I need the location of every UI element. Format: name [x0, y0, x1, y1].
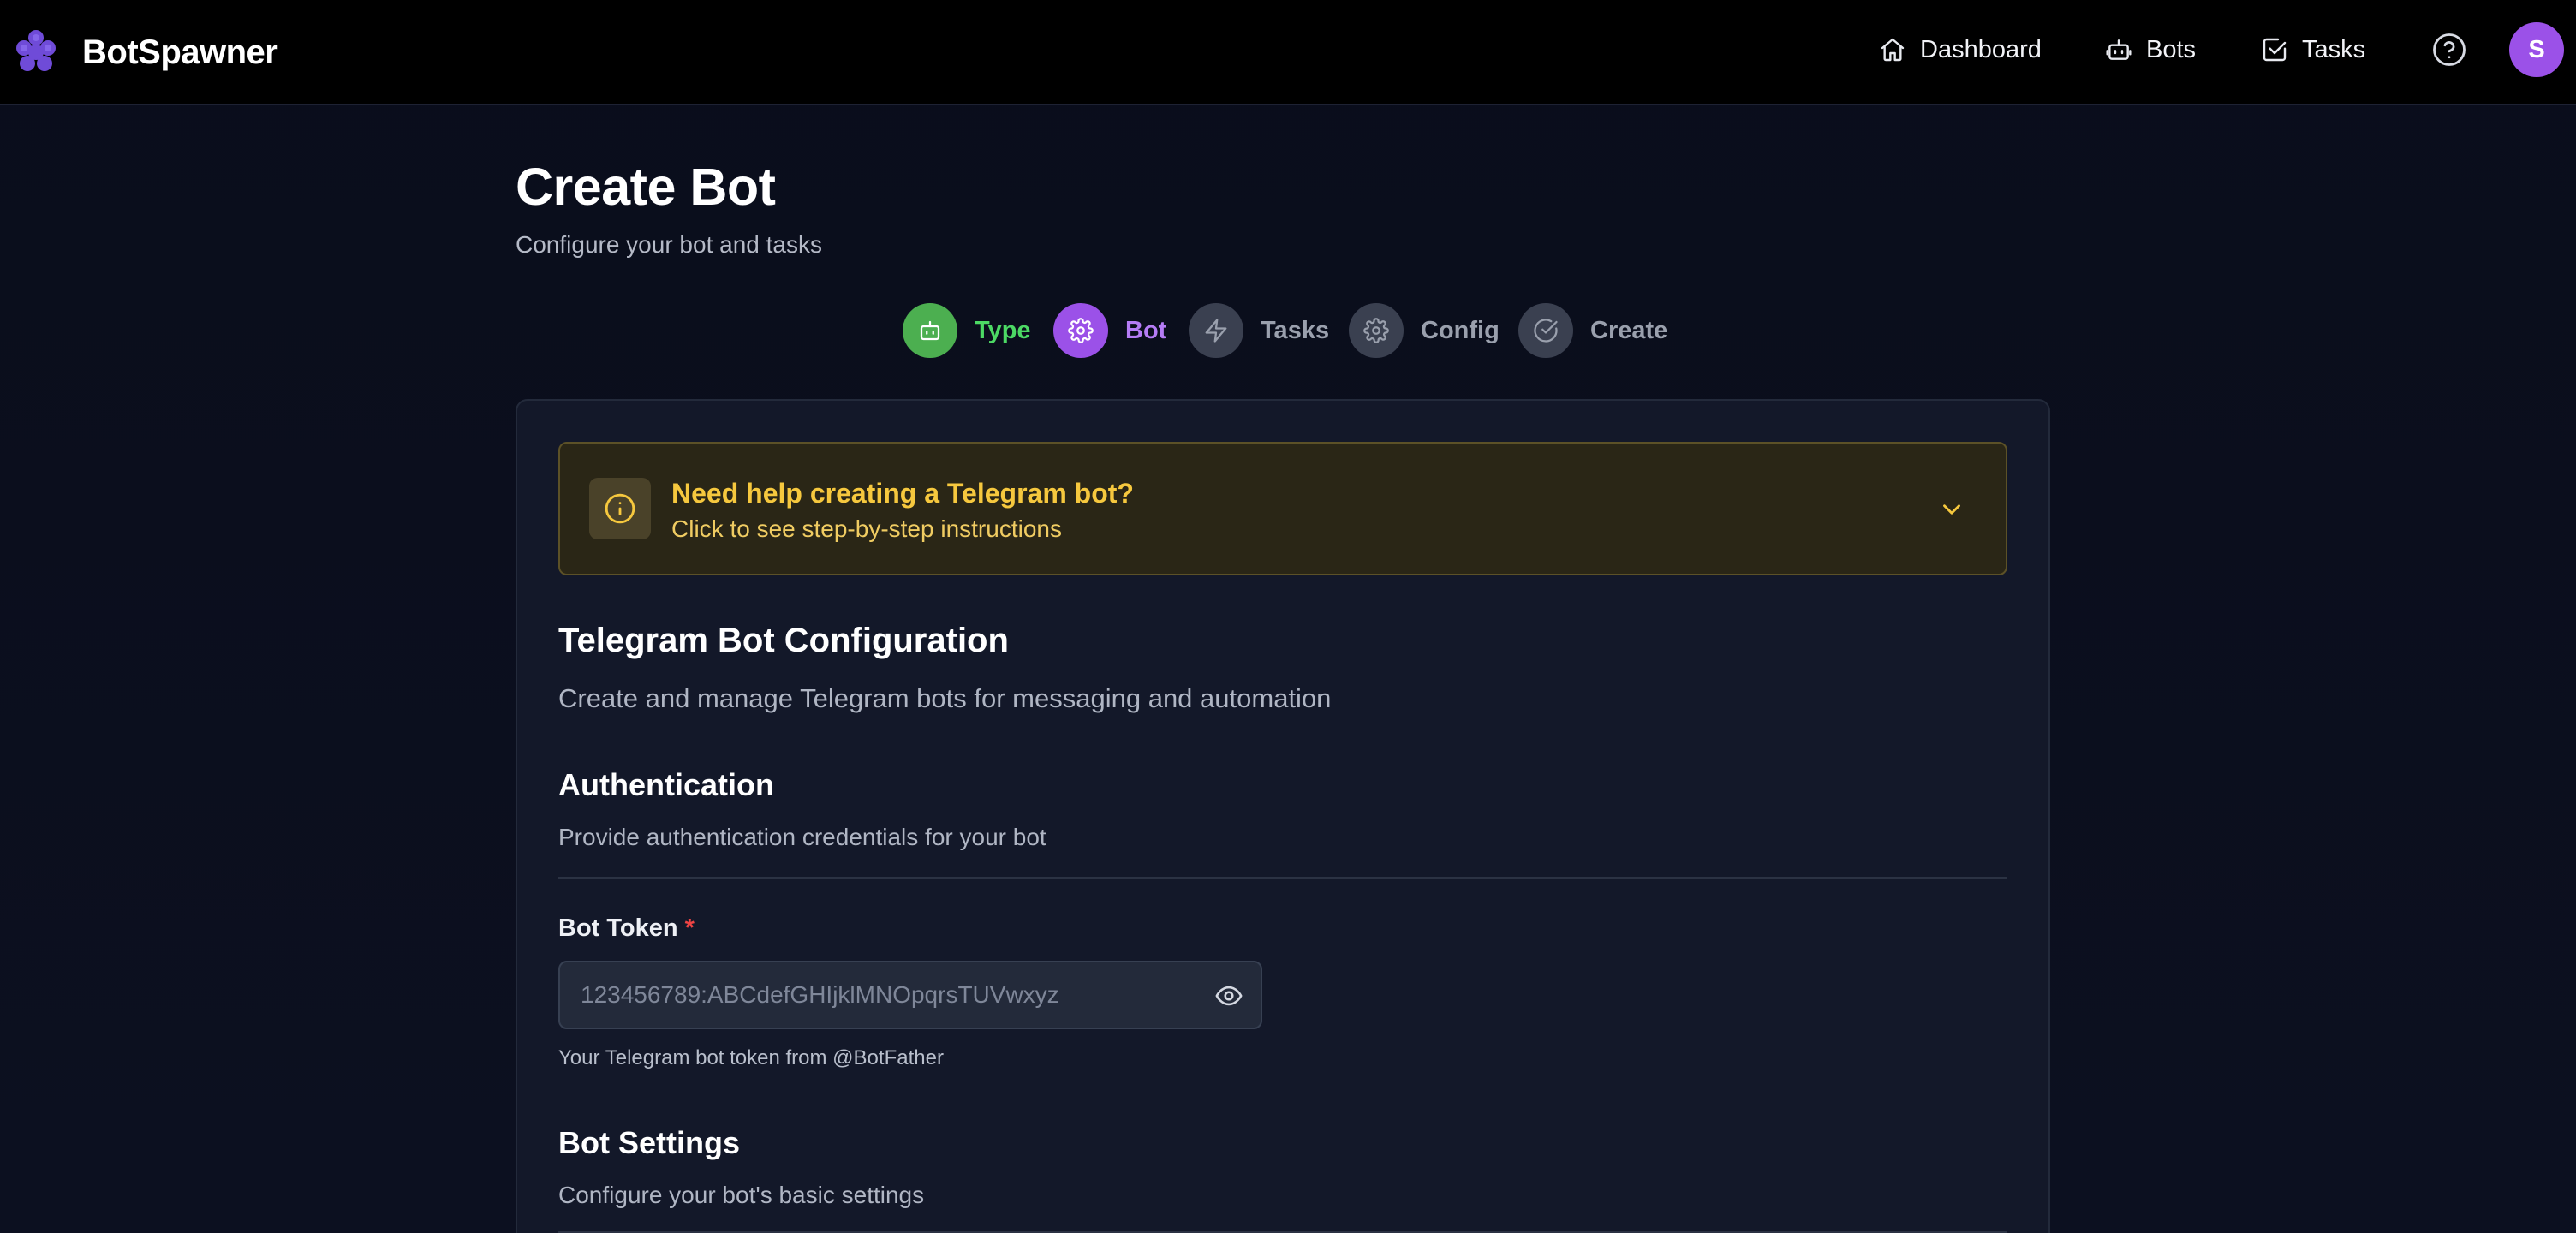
step-tasks-label: Tasks — [1261, 316, 1330, 344]
step-create-badge — [1518, 303, 1573, 358]
step-create[interactable]: Create — [1518, 303, 1667, 358]
brand-logo-icon — [16, 30, 56, 71]
bot-token-help: Your Telegram bot token from @BotFather — [558, 1046, 944, 1069]
home-icon — [1881, 38, 1905, 62]
help-banner-subtitle: Click to see step-by-step instructions — [671, 515, 1062, 542]
top-navbar: BotSpawner Dashboard Bots Tasks S — [0, 0, 2576, 105]
step-type-badge — [903, 303, 957, 358]
nav-tasks-label: Tasks — [2302, 35, 2366, 63]
nav-dashboard-label: Dashboard — [1920, 35, 2042, 63]
authentication-title: Authentication — [558, 767, 774, 802]
step-tasks[interactable]: Tasks — [1189, 303, 1329, 358]
bot-token-field — [558, 961, 1262, 1029]
help-banner-title: Need help creating a Telegram bot? — [671, 478, 1134, 509]
step-config-badge — [1349, 303, 1404, 358]
lightning-icon — [1205, 319, 1227, 342]
check-circle-icon — [1534, 319, 1558, 342]
bot-icon — [2106, 39, 2132, 60]
nav-bots-label: Bots — [2146, 35, 2197, 63]
bot-config-card: Need help creating a Telegram bot? Click… — [516, 399, 2050, 1233]
app-root: BotSpawner Dashboard Bots Tasks S Create… — [0, 0, 2576, 1233]
brand[interactable]: BotSpawner — [15, 26, 278, 79]
chevron-down-icon[interactable] — [1937, 495, 1966, 524]
step-tasks-badge — [1189, 303, 1243, 358]
info-icon — [605, 493, 635, 524]
step-bot-label: Bot — [1125, 316, 1167, 344]
nav-dashboard[interactable]: Dashboard — [1879, 29, 2042, 70]
bot-token-input[interactable] — [560, 962, 1194, 1028]
nav-tasks[interactable]: Tasks — [2261, 29, 2365, 70]
user-avatar[interactable]: S — [2509, 22, 2564, 77]
bot-token-label-text: Bot Token — [558, 914, 678, 942]
bot-token-label: Bot Token * — [558, 914, 695, 943]
bot-settings-title: Bot Settings — [558, 1125, 740, 1160]
page-title: Create Bot — [516, 158, 776, 216]
step-bot[interactable]: Bot — [1053, 303, 1166, 358]
step-config-label: Config — [1421, 316, 1500, 344]
step-config[interactable]: Config — [1349, 303, 1500, 358]
auth-divider — [558, 877, 2007, 879]
step-type-label: Type — [975, 316, 1031, 344]
nav-bots[interactable]: Bots — [2105, 29, 2196, 70]
gear-icon — [1068, 318, 1094, 343]
gear-icon — [1363, 318, 1389, 343]
checkbox-icon — [2263, 38, 2287, 62]
brand-name: BotSpawner — [82, 33, 278, 71]
config-title: Telegram Bot Configuration — [558, 622, 1009, 659]
bot-settings-description: Configure your bot's basic settings — [558, 1182, 925, 1208]
authentication-description: Provide authentication credentials for y… — [558, 824, 1046, 850]
bot-icon — [920, 320, 940, 341]
step-create-label: Create — [1590, 316, 1668, 344]
help-circle-icon[interactable] — [2431, 32, 2467, 68]
required-mark: * — [684, 914, 695, 942]
telegram-help-banner[interactable]: Need help creating a Telegram bot? Click… — [558, 442, 2007, 575]
step-bot-badge — [1053, 303, 1108, 358]
help-info-badge — [589, 478, 651, 539]
config-description: Create and manage Telegram bots for mess… — [558, 683, 1332, 713]
wizard-stepper: Type Bot Tasks Config Create — [0, 303, 2576, 358]
page-subtitle: Configure your bot and tasks — [516, 231, 822, 258]
eye-icon[interactable] — [1214, 981, 1243, 1010]
step-type[interactable]: Type — [903, 303, 1031, 358]
